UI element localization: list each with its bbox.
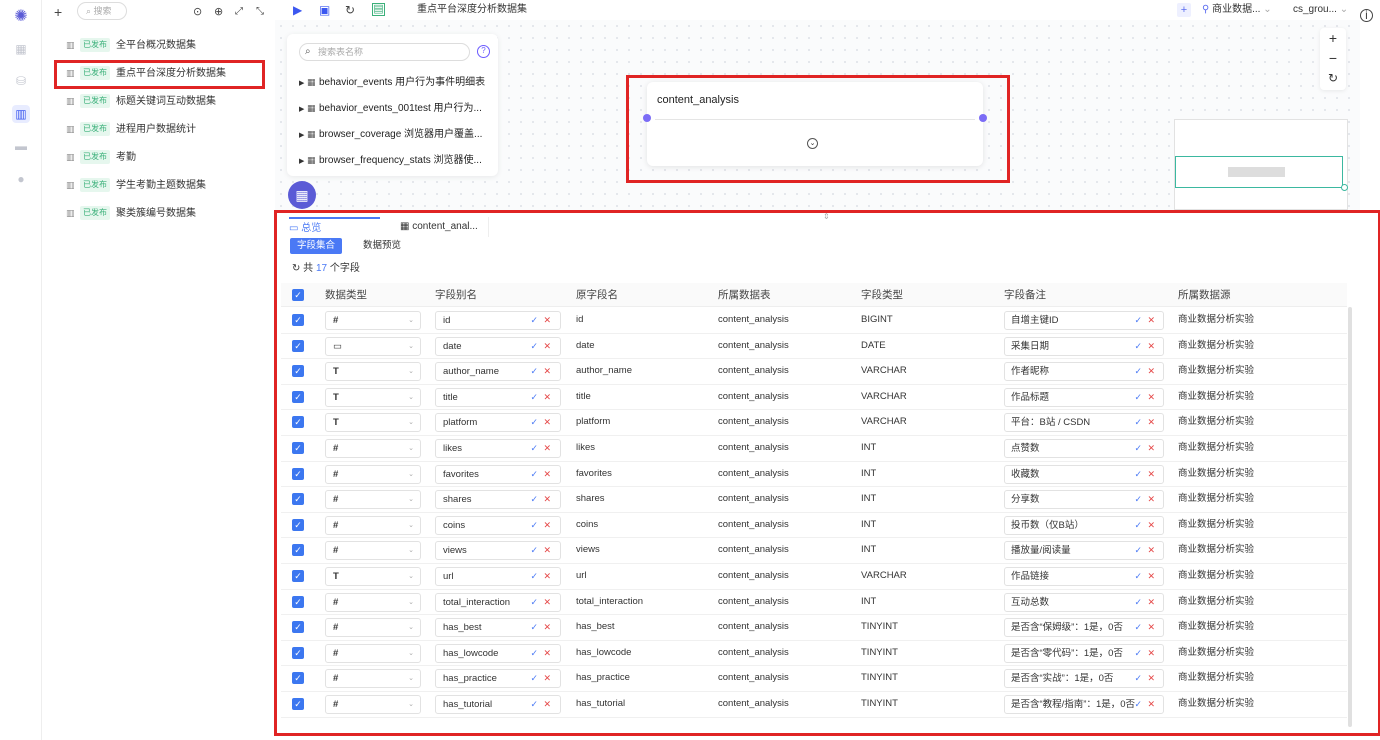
dataset-item[interactable]: ▥ 已发布 考勤: [66, 146, 266, 168]
table-icon: ▦: [307, 129, 316, 139]
highlight-selected-dataset: [54, 60, 265, 89]
info-icon[interactable]: i: [1360, 9, 1373, 22]
dataset-name: 进程用户数据统计: [116, 124, 196, 135]
status-badge: 已发布: [80, 94, 110, 108]
dataset-sidebar: + ⌕ 搜索 ⊙ ⊕ ⤢ ⤡ ▥ 已发布 全平台概况数据集 ▥ 已发布 重点平台深度分析数…: [42, 0, 275, 740]
datasource-select[interactable]: ⚲ 商业数据... ⌄: [1202, 3, 1272, 17]
icon-rail: ✺ ▦ ⛁ ▥ ▬ ●: [0, 0, 42, 740]
table-name: behavior_events_001test: [319, 103, 431, 114]
dataset-name: 全平台概况数据集: [116, 40, 196, 51]
table-name: browser_coverage: [319, 129, 402, 140]
chevron-down-icon: ⌄: [1336, 4, 1349, 15]
table-name: browser_frequency_stats: [319, 155, 431, 166]
dataset-item[interactable]: ▥ 已发布 进程用户数据统计: [66, 118, 266, 140]
help-icon[interactable]: ?: [477, 45, 490, 58]
user-select[interactable]: cs_grou... ⌄: [1293, 3, 1348, 17]
caret-right-icon[interactable]: ▶: [299, 150, 307, 174]
table-icon: ▦: [307, 103, 316, 113]
highlight-field-panel: [274, 210, 1380, 736]
dataset-name: 考勤: [116, 152, 136, 163]
dataset-icon: ▥: [66, 96, 75, 106]
status-badge: 已发布: [80, 150, 110, 164]
caret-right-icon[interactable]: ▶: [299, 124, 307, 148]
zoom-out-button[interactable]: −: [1320, 48, 1346, 68]
dataset-name: 聚类簇编号数据集: [116, 208, 196, 219]
table-list-item[interactable]: ▶ ▦ browser_coverage 浏览器用户覆盖...: [299, 122, 482, 146]
minimap-node: [1228, 167, 1285, 177]
table-icon: ▦: [307, 155, 316, 165]
table-toggle-button[interactable]: ▦: [288, 181, 316, 209]
dataset-item[interactable]: ▥ 已发布 标题关键词互动数据集: [66, 90, 266, 112]
dataset-name: 标题关键词互动数据集: [116, 96, 216, 107]
table-icon: ▦: [307, 77, 316, 87]
dataset-title: 重点平台深度分析数据集: [417, 4, 527, 15]
locate-icon[interactable]: ⊙: [193, 3, 202, 21]
dataset-item[interactable]: ▥ 已发布 全平台概况数据集: [66, 34, 266, 56]
dataset-icon: ▥: [66, 208, 75, 218]
monitor-icon[interactable]: ●: [12, 170, 30, 188]
zoom-controls: + − ↻: [1320, 28, 1346, 90]
dataset-search-input[interactable]: ⌕ 搜索: [77, 2, 127, 20]
add-dataset-icon[interactable]: +: [54, 3, 62, 21]
add-source-button[interactable]: +: [1177, 3, 1191, 17]
dataset-name: 学生考勤主题数据集: [116, 180, 206, 191]
status-badge: 已发布: [80, 38, 110, 52]
table-desc: 用户行为...: [433, 103, 482, 114]
collapse-icon[interactable]: ⤡: [256, 3, 264, 21]
minimap-handle[interactable]: [1341, 184, 1348, 191]
dataset-icon: ▥: [66, 40, 75, 50]
highlight-node: [626, 75, 1010, 183]
zoom-reset-button[interactable]: ↻: [1320, 68, 1346, 88]
table-name: behavior_events: [319, 77, 393, 88]
table-search-input[interactable]: ⌕ 搜索表名称: [299, 43, 470, 61]
target-icon[interactable]: ⊕: [214, 3, 223, 21]
table-desc: 用户行为事件明细表: [395, 77, 486, 88]
save-icon[interactable]: ▣: [319, 3, 330, 17]
dataset-icon: ▥: [66, 152, 75, 162]
table-list-item[interactable]: ▶ ▦ browser_frequency_stats 浏览器使...: [299, 148, 482, 172]
chevron-down-icon: ⌄: [1260, 4, 1272, 15]
search-icon: ⌕: [305, 46, 311, 57]
dataset-icon: ▥: [66, 124, 75, 134]
app-logo-icon[interactable]: ✺: [11, 7, 31, 27]
dataset-item[interactable]: ▥ 已发布 聚类簇编号数据集: [66, 202, 266, 224]
folder-icon[interactable]: ▬: [12, 137, 30, 155]
apps-icon[interactable]: ▦: [12, 40, 30, 58]
status-badge: 已发布: [80, 206, 110, 220]
chart-icon[interactable]: ▤: [372, 3, 385, 16]
database-icon[interactable]: ⛁: [12, 72, 30, 90]
status-badge: 已发布: [80, 122, 110, 136]
table-desc: 浏览器用户覆盖...: [404, 129, 483, 140]
table-list-item[interactable]: ▶ ▦ behavior_events 用户行为事件明细表: [299, 70, 485, 94]
expand-icon[interactable]: ⤢: [235, 3, 243, 21]
caret-right-icon[interactable]: ▶: [299, 98, 307, 122]
status-badge: 已发布: [80, 178, 110, 192]
datasource-icon: ⚲: [1202, 4, 1213, 15]
table-list-item[interactable]: ▶ ▦ behavior_events_001test 用户行为...: [299, 96, 482, 120]
search-icon: ⌕: [86, 6, 94, 16]
table-desc: 浏览器使...: [433, 155, 482, 166]
dataset-icon: ▥: [66, 180, 75, 190]
caret-right-icon[interactable]: ▶: [299, 72, 307, 96]
zoom-in-button[interactable]: +: [1320, 28, 1346, 48]
run-icon[interactable]: ▶: [293, 3, 302, 17]
minimap[interactable]: [1174, 119, 1348, 210]
editor-toolbar: ▶ ▣ ↻ ▤ 重点平台深度分析数据集 + ⚲ 商业数据... ⌄ cs_gro…: [275, 0, 1380, 22]
refresh-icon[interactable]: ↻: [345, 3, 355, 17]
dataset-icon[interactable]: ▥: [12, 105, 30, 123]
table-list-panel: ⌕ 搜索表名称 ? ▶ ▦ behavior_events 用户行为事件明细表 ▶ ▦ be…: [287, 34, 498, 176]
dataset-item[interactable]: ▥ 已发布 学生考勤主题数据集: [66, 174, 266, 196]
